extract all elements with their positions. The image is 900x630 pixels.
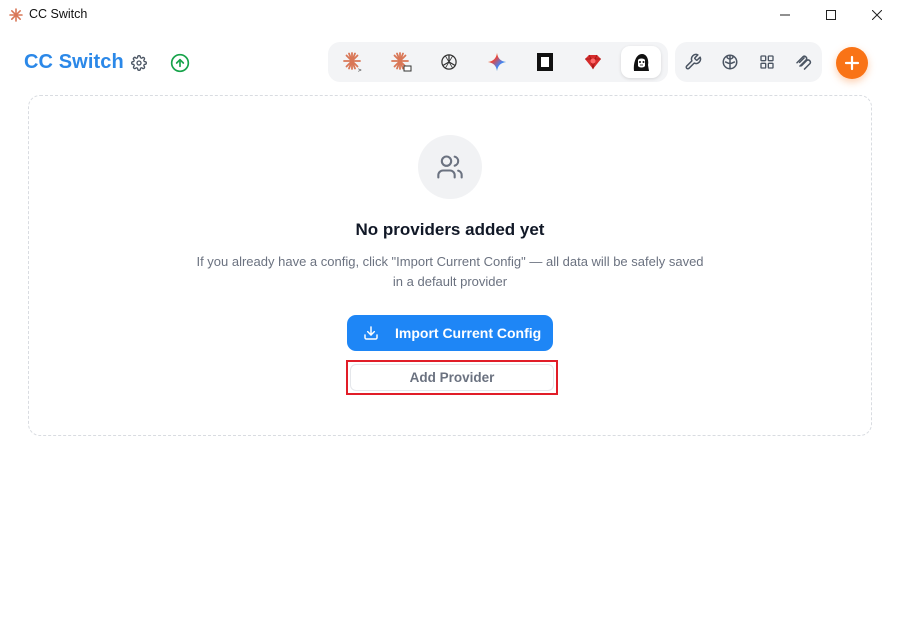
opencode-icon: [537, 53, 553, 71]
claude-desktop-icon: [391, 52, 412, 72]
close-icon: [872, 10, 882, 20]
tools-button[interactable]: [675, 46, 711, 78]
maximize-icon: [826, 10, 836, 20]
svg-text:>_: >_: [358, 67, 364, 73]
plus-icon: [844, 55, 860, 71]
update-button[interactable]: [168, 51, 192, 75]
claude-starburst-icon: >_: [343, 52, 364, 73]
apps-button[interactable]: [749, 46, 785, 78]
brain-icon: [722, 54, 738, 70]
add-provider-fab[interactable]: [836, 47, 868, 79]
gemini-icon: [487, 52, 507, 72]
add-provider-button-highlight: Add Provider: [346, 360, 558, 395]
mcp-button[interactable]: [785, 46, 821, 78]
app-logo-icon: [9, 8, 23, 22]
download-icon: [363, 325, 379, 341]
import-current-config-button[interactable]: Import Current Config: [347, 315, 553, 351]
users-icon: [437, 155, 463, 179]
mascot-icon: [633, 54, 649, 71]
app-gemini[interactable]: [477, 46, 517, 78]
openai-icon: [441, 54, 457, 70]
app-claude-code[interactable]: >_: [333, 46, 373, 78]
app-openclaw[interactable]: [621, 46, 661, 78]
empty-state-description: If you already have a config, click "Imp…: [196, 254, 704, 289]
minimize-icon: [780, 14, 790, 16]
empty-state-illustration: [418, 135, 482, 199]
app-ruby[interactable]: [573, 46, 613, 78]
import-button-label: Import Current Config: [395, 325, 542, 341]
app-codex[interactable]: [429, 46, 469, 78]
app-brand: CC Switch: [24, 51, 124, 73]
add-provider-label: Add Provider: [409, 370, 495, 385]
skills-button[interactable]: [712, 46, 748, 78]
grid-icon: [760, 55, 774, 69]
gear-icon: [131, 55, 147, 71]
app-switcher: >_: [328, 42, 668, 82]
app-opencode[interactable]: [525, 46, 565, 78]
wrench-icon: [685, 53, 702, 70]
minimize-button[interactable]: [762, 0, 808, 30]
tools-group: [675, 42, 822, 82]
red-gem-icon: [585, 54, 601, 70]
app-claude-desktop[interactable]: [381, 46, 421, 78]
maximize-button[interactable]: [808, 0, 854, 30]
arrow-up-circle-icon: [170, 53, 190, 73]
empty-state-title: No providers added yet: [355, 220, 545, 239]
settings-button[interactable]: [127, 51, 151, 75]
window-title: CC Switch: [29, 7, 88, 21]
window-titlebar: CC Switch: [0, 0, 900, 30]
paperclip-icon: [796, 55, 812, 70]
add-provider-button[interactable]: Add Provider: [350, 364, 554, 391]
close-button[interactable]: [854, 0, 900, 30]
